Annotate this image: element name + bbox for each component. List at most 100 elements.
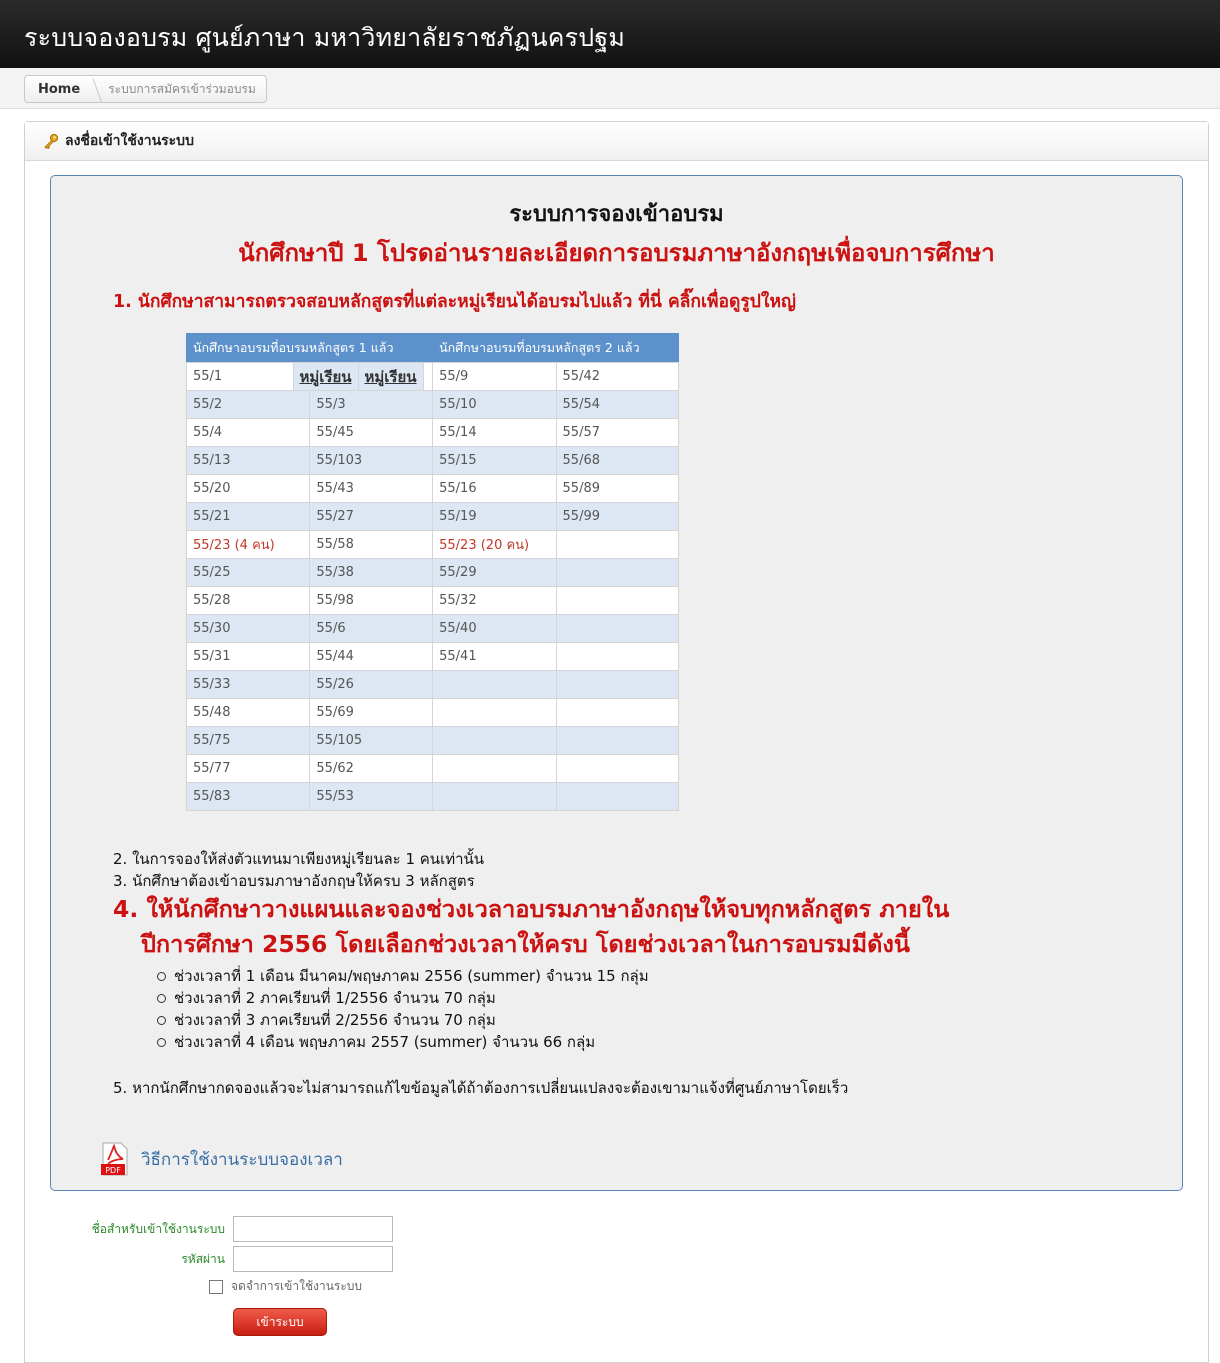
pdf-link-row[interactable]: PDF วิธีการใช้งานระบบจองเวลา [99,1142,343,1176]
info-item-4-line-2: ปีการศึกษา 2556 โดยเลือกช่วงเวลาให้ครบ โ… [141,930,910,958]
table-cell [555,670,680,699]
table-cell [555,614,680,643]
table-cell: 55/25 [185,558,311,587]
bullet-icon [157,972,166,981]
breadcrumb-home-link[interactable]: Home [25,82,98,97]
site-title: ระบบจองอบรม ศูนย์ภาษา มหาวิทยาลัยราชภัฏน… [24,23,626,52]
period-item: ช่วงเวลาที่ 1 เดือน มีนาคม/พฤษภาคม 2556 … [157,964,649,988]
table-cell: 55/33 [185,670,311,699]
table-subheader-1: หมู่เรียน [292,362,359,391]
info-item-5: 5. หากนักศึกษากดจองแล้วจะไม่สามารถแก้ไขข… [113,1079,849,1097]
table-cell: 55/13 [185,446,311,475]
table-cell: 55/75 [185,726,311,755]
table-cell: 55/1 [185,362,311,391]
table-cell: 55/48 [185,698,311,727]
table-header-course-1: นักศึกษาอบรมที่อบรมหลักสูตร 1 แล้ว [185,333,434,362]
key-icon [44,133,59,149]
table-cell: 55/77 [185,754,311,783]
table-cell: 55/32 [432,586,557,615]
username-input[interactable] [233,1216,393,1242]
info-heading: ระบบการจองเข้าอบรม [509,202,724,227]
table-cell [555,586,680,615]
info-item-2: 2. ในการจองให้ส่งตัวแทนมาเพียงหมู่เรียนล… [113,850,485,868]
table-cell: 55/89 [555,474,680,503]
password-label: รหัสผ่าน [181,1251,225,1266]
bullet-icon [157,994,166,1003]
table-cell: 55/58 [309,530,434,559]
table-cell: 55/15 [432,446,557,475]
breadcrumb-current: ระบบการสมัครเข้าร่วมอบรม [108,81,256,96]
table-cell [555,754,680,783]
table-cell: 55/3 [309,390,434,419]
table-cell: 55/20 [185,474,311,503]
info-item-1[interactable]: 1. นักศึกษาสามารถตรวจสอบหลักสูตรที่แต่ละ… [113,287,796,315]
login-panel: ลงชื่อเข้าใช้งานระบบ ระบบการจองเข้าอบรม … [24,121,1209,1363]
breadcrumb: Home ระบบการสมัครเข้าร่วมอบรม [24,75,267,103]
table-cell: 55/57 [555,418,680,447]
group-table[interactable]: นักศึกษาอบรมที่อบรมหลักสูตร 1 แล้ว นักศึ… [185,333,680,811]
username-row: ชื่อสำหรับเข้าใช้งานระบบ [25,1216,393,1242]
table-row: 55/23 (4 คน) 55/58 55/23 (20 คน) [185,530,680,559]
password-input[interactable] [233,1246,393,1272]
login-button[interactable]: เข้าระบบ [233,1308,327,1336]
table-row: 55/48 55/69 [185,698,680,727]
table-cell: 55/83 [185,782,311,811]
table-cell: 55/68 [555,446,680,475]
table-cell: 55/43 [309,474,434,503]
table-cell: 55/62 [309,754,434,783]
table-row: 55/75 55/105 [185,726,680,755]
table-cell [432,670,557,699]
table-cell: 55/99 [555,502,680,531]
table-subheader-2: หมู่เรียน [357,362,424,391]
table-cell [555,782,680,811]
table-cell: 55/44 [309,642,434,671]
table-body: 55/155/1755/955/4255/255/355/1055/5455/4… [185,362,680,811]
table-cell: 55/38 [309,558,434,587]
period-item: ช่วงเวลาที่ 3 ภาคเรียนที่ 2/2556 จำนวน 7… [157,1008,496,1032]
table-cell: 55/10 [432,390,557,419]
table-cell: 55/9 [432,362,557,391]
table-row: 55/20 55/43 55/16 55/89 [185,474,680,503]
table-row: 55/77 55/62 [185,754,680,783]
table-row: 55/83 55/53 [185,782,680,811]
remember-label: จดจำการเข้าใช้งานระบบ [231,1279,363,1293]
table-cell [432,782,557,811]
table-cell [555,642,680,671]
password-row: รหัสผ่าน [25,1246,393,1272]
table-cell: 55/14 [432,418,557,447]
username-label: ชื่อสำหรับเข้าใช้งานระบบ [91,1221,225,1236]
table-cell: 55/103 [309,446,434,475]
table-cell [555,558,680,587]
table-cell [555,698,680,727]
panel-title: ลงชื่อเข้าใช้งานระบบ [65,133,194,149]
table-cell: 55/105 [309,726,434,755]
table-cell: 55/28 [185,586,311,615]
bullet-icon [157,1038,166,1047]
pdf-icon: PDF [101,1142,128,1176]
table-row: 55/2 55/3 55/10 55/54 [185,390,680,419]
info-box: ระบบการจองเข้าอบรม นักศึกษาปี 1 โปรดอ่าน… [50,175,1183,1191]
info-item-4-line-1: 4. ให้นักศึกษาวางแผนและจองช่วงเวลาอบรมภา… [113,895,950,923]
table-row: 55/21 55/27 55/19 55/99 [185,502,680,531]
table-cell [432,698,557,727]
remember-row: จดจำการเข้าใช้งานระบบ [209,1277,362,1296]
remember-checkbox[interactable] [209,1279,223,1294]
breadcrumb-bar: Home ระบบการสมัครเข้าร่วมอบรม [0,68,1220,109]
table-cell: 55/4 [185,418,311,447]
table-cell: 55/54 [555,390,680,419]
table-cell: 55/2 [185,390,311,419]
table-cell: 55/27 [309,502,434,531]
table-cell: 55/16 [432,474,557,503]
period-item: ช่วงเวลาที่ 4 เดือน พฤษภาคม 2557 (summer… [157,1030,595,1054]
table-cell: 55/21 [185,502,311,531]
info-subheading: นักศึกษาปี 1 โปรดอ่านรายละเอียดการอบรมภา… [238,239,995,267]
table-row: 55/33 55/26 [185,670,680,699]
table-cell: 55/69 [309,698,434,727]
period-item: ช่วงเวลาที่ 2 ภาคเรียนที่ 1/2556 จำนวน 7… [157,986,496,1010]
table-cell [432,726,557,755]
table-cell: 55/23 (20 คน) [432,530,557,559]
pdf-manual-link[interactable]: วิธีการใช้งานระบบจองเวลา [141,1146,343,1173]
svg-text:PDF: PDF [105,1166,121,1175]
table-row: 55/25 55/38 55/29 [185,558,680,587]
table-header-course-2: นักศึกษาอบรมที่อบรมหลักสูตร 2 แล้ว [432,333,679,362]
